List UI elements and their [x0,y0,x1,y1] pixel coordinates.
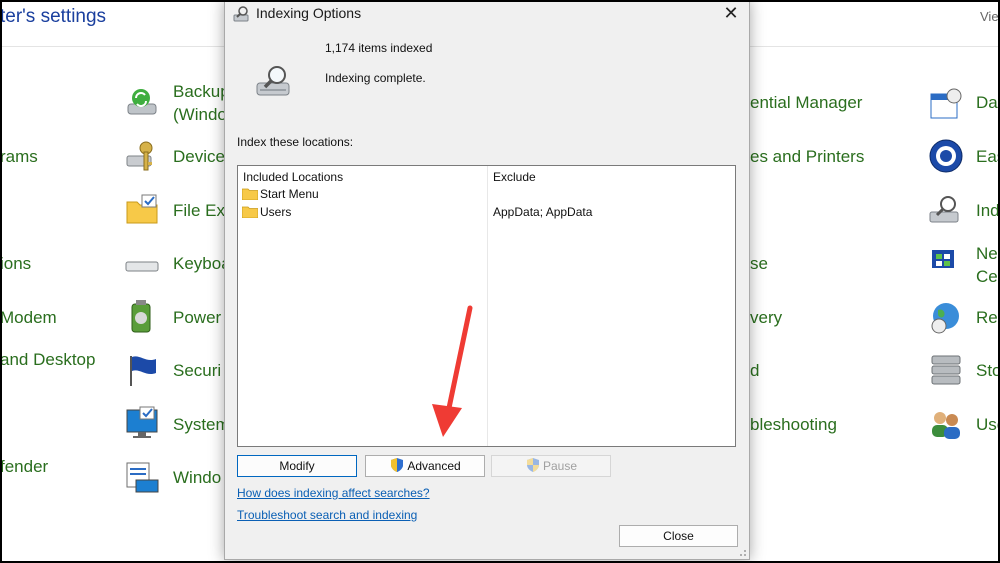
cp-link-ease-of-access[interactable]: Eas [976,146,1000,168]
cp-link-devices-printers[interactable]: es and Printers [750,146,864,168]
cp-link-recovery[interactable]: very [750,307,782,329]
cp-link-network[interactable]: Ne [976,243,998,265]
indexing-title-icon [233,6,249,22]
table-row[interactable]: Users AppData; AppData [238,203,735,221]
location-name: Users [260,205,292,219]
column-header-exclude[interactable]: Exclude [493,170,536,184]
locations-list[interactable]: Included Locations Exclude Start Menu Us… [237,165,736,447]
cp-link-keyboard[interactable]: Keyboa [173,253,231,275]
dialog-titlebar[interactable]: Indexing Options ✕ [225,1,749,27]
date-time-icon [930,88,962,119]
cp-link-modem[interactable]: Modem [0,307,57,329]
folder-icon [242,188,258,200]
file-explorer-icon [126,194,158,224]
system-icon [126,406,158,438]
dialog-title: Indexing Options [256,5,362,21]
keys-icon [126,141,153,171]
cp-link-backup-line2[interactable]: (Windo [173,104,227,126]
pause-button[interactable]: Pause [491,455,611,477]
user-accounts-icon [932,412,960,439]
view-by-label[interactable]: Vie [980,9,999,24]
power-icon [131,300,151,333]
cp-link-options[interactable]: ions [0,253,31,275]
indexing-options-dialog: Indexing Options ✕ 1,174 items indexed I… [224,0,750,560]
help-indexing-link[interactable]: How does indexing affect searches? [237,486,430,500]
cp-link-region[interactable]: Reg [976,307,1000,329]
index-locations-label: Index these locations: [237,135,354,149]
windows-tools-icon [126,462,159,493]
column-header-included[interactable]: Included Locations [243,170,343,184]
cp-link-desktop[interactable]: and Desktop [0,349,95,371]
resize-grip-icon[interactable] [737,547,747,557]
folder-icon [242,206,258,218]
cp-link-network-line2[interactable]: Cer [976,266,1000,288]
control-panel-title: ter's settings [0,6,107,27]
cp-link-mouse[interactable]: se [750,253,768,275]
cp-link-windows-tools[interactable]: Windo [173,467,221,489]
region-icon [931,303,959,334]
location-exclude: AppData; AppData [493,205,593,219]
indexing-large-icon [256,66,290,96]
security-flag-icon [130,356,156,386]
storage-icon [931,355,961,385]
modify-button[interactable]: Modify [237,455,357,477]
troubleshoot-link[interactable]: Troubleshoot search and indexing [237,508,417,522]
items-indexed-count: 1,174 items indexed [325,41,433,55]
ease-of-access-icon [929,139,963,173]
cp-link-system[interactable]: System [173,414,230,436]
cp-link-defender[interactable]: fender [0,456,48,478]
table-row[interactable]: Start Menu [238,185,735,203]
cp-link-user-accounts[interactable]: Use [976,414,1000,436]
cp-link-date-time[interactable]: Da [976,92,998,114]
cp-link-backup[interactable]: Backup [173,81,230,103]
indexing-icon [929,196,959,223]
cp-link-storage[interactable]: Sto [976,360,1000,382]
cp-link-indexing-options[interactable]: Ind [976,200,1000,222]
backup-icon [127,89,157,115]
cp-link-power[interactable]: Power [173,307,221,329]
network-icon [932,250,954,268]
close-button[interactable]: Close [619,525,738,547]
pause-button-label: Pause [542,459,578,473]
cp-link-devices[interactable]: Device [173,146,225,168]
advanced-button-label: Advanced [407,459,461,473]
keyboard-icon [125,261,159,272]
cp-link-troubleshooting[interactable]: bleshooting [750,414,837,436]
cp-link-credential-manager[interactable]: ential Manager [750,92,862,114]
cp-link-security[interactable]: Securi [173,360,221,382]
location-name: Start Menu [260,187,319,201]
cp-link-programs[interactable]: rams [0,146,38,168]
advanced-button[interactable]: Advanced [365,455,485,477]
indexing-status: Indexing complete. [325,71,426,85]
uac-shield-icon [526,458,539,472]
cp-link-sound[interactable]: d [750,360,759,382]
uac-shield-icon [391,458,404,472]
close-icon[interactable]: ✕ [721,3,741,23]
